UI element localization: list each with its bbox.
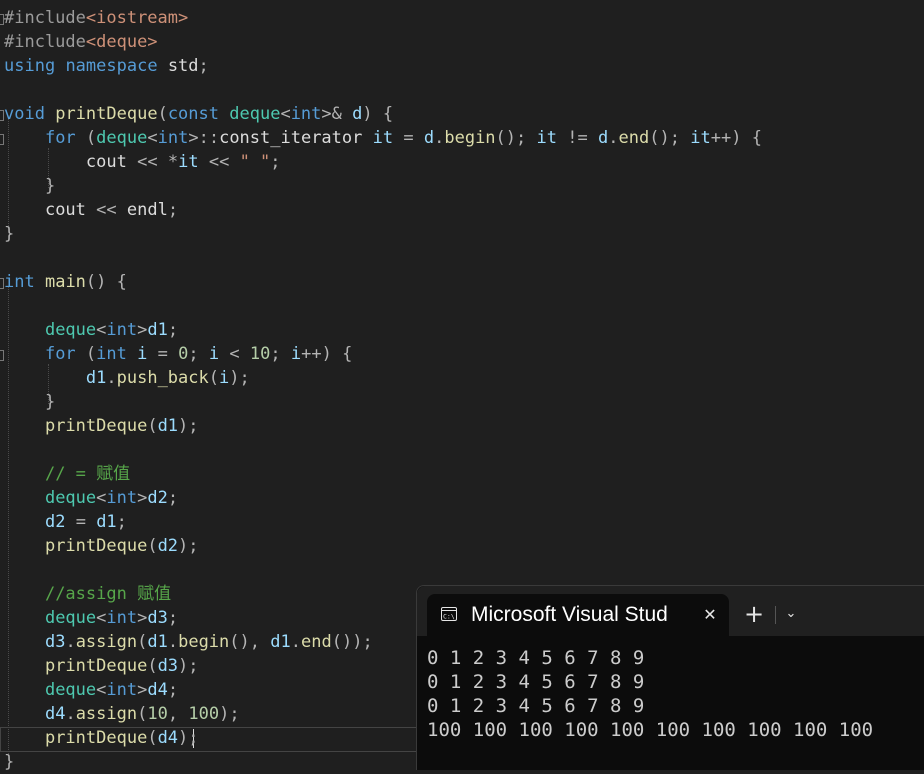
code-line[interactable]: deque<int>d4; — [4, 678, 178, 702]
code-line[interactable]: d3.assign(d1.begin(), d1.end()); — [4, 630, 373, 654]
code-line[interactable]: cout << endl; — [4, 198, 178, 222]
code-line[interactable]: deque<int>d3; — [4, 606, 178, 630]
code-line[interactable]: #include<iostream> — [4, 6, 188, 30]
chevron-down-icon[interactable]: ⌄ — [779, 600, 803, 628]
output-line: 0 1 2 3 4 5 6 7 8 9 — [427, 671, 645, 693]
terminal-tab-title: Microsoft Visual Stud — [471, 603, 668, 626]
new-tab-button[interactable]: + — [737, 600, 771, 628]
close-tab-button[interactable]: ✕ — [699, 602, 721, 628]
svg-text:C:\: C:\ — [443, 613, 455, 621]
code-line[interactable]: deque<int>d2; — [4, 486, 178, 510]
code-line[interactable]: #include<deque> — [4, 30, 158, 54]
console-icon: C:\ — [441, 607, 457, 621]
output-line: 0 1 2 3 4 5 6 7 8 9 — [427, 647, 645, 669]
code-line[interactable]: for (deque<int>::const_iterator it = d.b… — [4, 126, 762, 150]
code-line[interactable]: //assign 赋值 — [4, 582, 171, 606]
code-line[interactable]: d2 = d1; — [4, 510, 127, 534]
terminal-output: 0 1 2 3 4 5 6 7 8 9 0 1 2 3 4 5 6 7 8 9 … — [427, 646, 924, 742]
code-line[interactable]: printDeque(d2); — [4, 534, 199, 558]
code-line[interactable]: } — [4, 750, 14, 774]
code-line[interactable]: printDeque(d1); — [4, 414, 199, 438]
terminal-tab[interactable]: C:\ Microsoft Visual Stud ✕ — [427, 594, 729, 636]
titlebar-divider — [775, 606, 776, 624]
code-line[interactable]: deque<int>d1; — [4, 318, 178, 342]
code-line[interactable]: d4.assign(10, 100); — [4, 702, 240, 726]
code-line[interactable]: } — [4, 174, 55, 198]
code-line[interactable]: } — [4, 222, 14, 246]
code-line[interactable]: using namespace std; — [4, 54, 209, 78]
code-line[interactable]: d1.push_back(i); — [4, 366, 250, 390]
code-line[interactable]: void printDeque(const deque<int>& d) { — [4, 102, 393, 126]
code-line[interactable]: int main() { — [4, 270, 127, 294]
terminal-titlebar[interactable]: C:\ Microsoft Visual Stud ✕ + ⌄ — [417, 586, 924, 636]
output-line: 100 100 100 100 100 100 100 100 100 100 — [427, 719, 874, 741]
code-line[interactable]: for (int i = 0; i < 10; i++) { — [4, 342, 352, 366]
code-line[interactable]: } — [4, 390, 55, 414]
code-line[interactable]: // = 赋值 — [4, 462, 130, 486]
code-line[interactable]: printDeque(d3); — [4, 654, 199, 678]
output-line: 0 1 2 3 4 5 6 7 8 9 — [427, 695, 645, 717]
code-line[interactable]: printDeque(d4); — [4, 726, 199, 750]
terminal-window[interactable]: C:\ Microsoft Visual Stud ✕ + ⌄ 0 1 2 3 … — [416, 585, 924, 770]
code-line[interactable]: cout << *it << " "; — [4, 150, 281, 174]
